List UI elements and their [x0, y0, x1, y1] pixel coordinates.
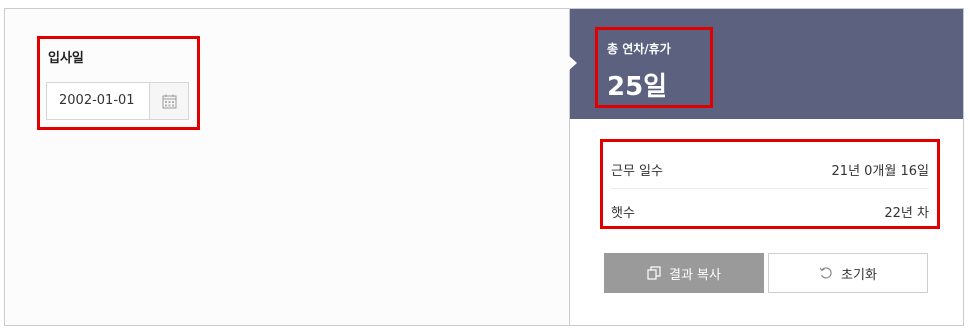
result-panel: 총 연차/휴가 25일 근무 일수 21년 0개월 16일 햇수 22년 차 결…	[568, 9, 963, 325]
copy-result-label: 결과 복사	[669, 267, 721, 283]
copy-icon	[647, 266, 661, 280]
calendar-icon	[162, 94, 176, 108]
reset-button[interactable]: 초기화	[768, 253, 928, 293]
copy-result-button[interactable]: 결과 복사	[604, 253, 764, 293]
work-days-value: 21년 0개월 16일	[831, 164, 929, 179]
pointer-arrow	[568, 55, 577, 71]
result-details: 근무 일수 21년 0개월 16일 햇수 22년 차	[600, 139, 940, 229]
total-leave-value: 25일	[607, 72, 668, 102]
detail-row-work-days: 근무 일수 21년 0개월 16일	[611, 148, 929, 189]
result-header: 총 연차/휴가 25일	[568, 9, 963, 119]
reset-icon	[819, 266, 833, 280]
years-label: 햇수	[611, 206, 635, 221]
reset-label: 초기화	[841, 267, 877, 283]
hire-date-section: 입사일 2002-01-01	[37, 36, 200, 130]
calendar-button[interactable]	[149, 83, 188, 119]
calculator-frame: 입사일 2002-01-01 총 연차/휴가 25일 근무 일수 21년 0개월…	[4, 8, 964, 326]
hire-date-field[interactable]: 2002-01-01	[46, 82, 189, 120]
work-days-label: 근무 일수	[611, 164, 663, 179]
input-panel: 입사일 2002-01-01	[5, 9, 569, 325]
total-leave-section: 총 연차/휴가 25일	[595, 27, 713, 108]
hire-date-label: 입사일	[48, 51, 84, 66]
detail-row-years: 햇수 22년 차	[611, 190, 929, 230]
hire-date-input[interactable]: 2002-01-01	[59, 93, 135, 108]
total-leave-label: 총 연차/휴가	[607, 42, 671, 56]
years-value: 22년 차	[884, 206, 929, 221]
